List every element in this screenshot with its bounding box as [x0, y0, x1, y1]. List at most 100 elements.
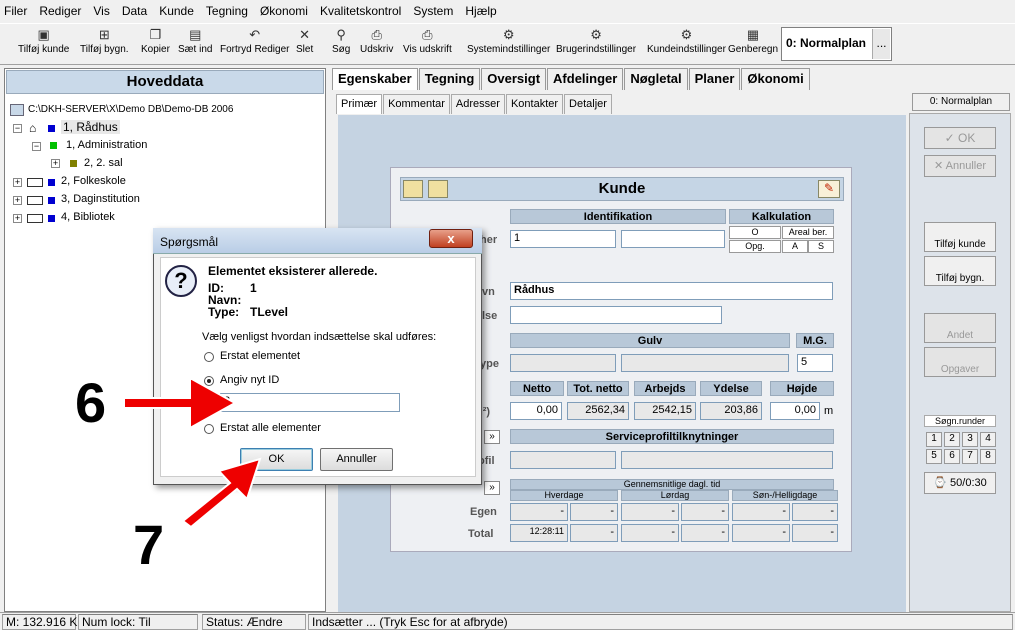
menu-kvalitetskontrol[interactable]: Kvalitetskontrol — [320, 4, 401, 18]
edit-icon[interactable]: ✎ — [818, 180, 840, 198]
net-field[interactable]: 0,00 — [510, 402, 562, 420]
round-1[interactable]: 1 — [926, 432, 942, 447]
floor-type-select[interactable] — [510, 354, 616, 372]
tab-afdelinger[interactable]: Afdelinger — [547, 68, 624, 90]
recalc-button[interactable]: ▦ Genberegn — [728, 28, 778, 62]
counter-button[interactable]: ⌚ 50/0:30 — [924, 472, 996, 494]
delete-button[interactable]: ✕ Slet — [296, 28, 313, 62]
name-field[interactable]: Rådhus — [510, 282, 833, 300]
header-sunday: Søn-/Helligdage — [732, 490, 838, 501]
dialog-close-button[interactable]: x — [429, 229, 473, 248]
menu-hjaelp[interactable]: Hjælp — [465, 4, 496, 18]
profile-name-field[interactable] — [621, 451, 833, 469]
plan-more-button[interactable]: ... — [872, 29, 890, 59]
tree-item-bibliotek[interactable]: 4, Bibliotek — [61, 211, 115, 223]
floor-name-field[interactable] — [621, 354, 789, 372]
tree-expander[interactable]: + — [51, 159, 60, 168]
own-weekday: - — [510, 503, 568, 521]
tree-expander[interactable]: + — [13, 178, 22, 187]
id-field-2[interactable] — [621, 230, 725, 248]
round-6[interactable]: 6 — [944, 449, 960, 464]
tree-item-2-sal[interactable]: 2, 2. sal — [84, 157, 123, 169]
customer-settings-button[interactable]: ⚙ Kundeindstillinger — [647, 28, 726, 62]
building-icon: ⌂ — [29, 121, 37, 135]
more-button[interactable]: » — [484, 430, 500, 444]
tree-item-radhus[interactable]: 1, Rådhus — [61, 120, 120, 134]
status-square — [70, 160, 77, 167]
radio-replace-element[interactable] — [204, 352, 214, 362]
tab-planer[interactable]: Planer — [688, 68, 741, 90]
add-customer-side-button[interactable]: Tilføj kunde — [924, 222, 996, 252]
menu-tegning[interactable]: Tegning — [206, 4, 248, 18]
add-building-side-button[interactable]: Tilføj bygn. — [924, 256, 996, 286]
menu-system[interactable]: System — [413, 4, 453, 18]
tab-detaljer[interactable]: Detaljer — [564, 94, 612, 114]
tasks-button[interactable]: Opgaver — [924, 347, 996, 377]
ok-button[interactable]: ✓ OK — [924, 127, 996, 149]
system-settings-button[interactable]: ⚙ Systemindstillinger — [467, 28, 550, 62]
dialog-type-label: Type: — [208, 305, 240, 319]
menu-vis[interactable]: Vis — [93, 4, 109, 18]
other-button[interactable]: Andet — [924, 313, 996, 343]
tab-adresser[interactable]: Adresser — [450, 94, 505, 114]
menu-kunde[interactable]: Kunde — [159, 4, 194, 18]
menu-okonomi[interactable]: Økonomi — [260, 4, 308, 18]
status-square — [48, 125, 55, 132]
menu-filer[interactable]: Filer — [4, 4, 27, 18]
profile-select[interactable] — [510, 451, 616, 469]
round-7[interactable]: 7 — [962, 449, 978, 464]
more-button[interactable]: » — [484, 481, 500, 495]
round-2[interactable]: 2 — [944, 432, 960, 447]
round-4[interactable]: 4 — [980, 432, 996, 447]
add-building-button[interactable]: ⊞ Tilføj bygn. — [80, 28, 129, 62]
tab-kommentar[interactable]: Kommentar — [383, 94, 450, 114]
menu-bar: Filer Rediger Vis Data Kunde Tegning Øko… — [0, 0, 1015, 22]
paste-button[interactable]: ▤ Sæt ind — [178, 28, 212, 62]
menu-data[interactable]: Data — [122, 4, 147, 18]
search-button[interactable]: ⚲ Søg — [332, 28, 350, 62]
tot-net-field: 2562,34 — [567, 402, 629, 420]
tree-item-daginstitution[interactable]: 3, Daginstitution — [61, 193, 140, 205]
round-5[interactable]: 5 — [926, 449, 942, 464]
tree-item-folkeskole[interactable]: 2, Folkeskole — [61, 175, 126, 187]
folder-icon[interactable] — [403, 180, 423, 198]
tree-expander[interactable]: + — [13, 214, 22, 223]
tree-expander[interactable]: − — [32, 142, 41, 151]
tab-nogletal[interactable]: Nøgletal — [624, 68, 688, 90]
tab-kontakter[interactable]: Kontakter — [505, 94, 564, 114]
tab-tegning[interactable]: Tegning — [418, 68, 481, 90]
header-netto: Netto — [510, 381, 564, 396]
round-8[interactable]: 8 — [980, 449, 996, 464]
tree-expander[interactable]: − — [13, 124, 22, 133]
building-icon — [27, 178, 43, 187]
tree-item-administration[interactable]: 1, Administration — [66, 139, 147, 151]
form-title: Kunde — [400, 177, 844, 201]
print-button[interactable]: ⎙ Udskriv — [360, 28, 393, 62]
tab-primaer[interactable]: Primær — [336, 94, 383, 114]
undo-button[interactable]: ↶ Fortryd Rediger — [220, 28, 289, 62]
tree-root[interactable]: C:\DKH-SERVER\X\Demo DB\Demo-DB 2006 — [28, 104, 233, 115]
id-field[interactable]: 1 — [510, 230, 616, 248]
tab-egenskaber[interactable]: Egenskaber — [332, 68, 418, 90]
calculator-icon: ▦ — [746, 27, 760, 42]
radio-replace-element-label: Erstat elementet — [220, 350, 301, 362]
description-field[interactable] — [510, 306, 722, 324]
tree-expander[interactable]: + — [13, 196, 22, 205]
section-identification: Identifikation — [510, 209, 726, 224]
tab-okonomi[interactable]: Økonomi — [741, 68, 810, 90]
copy-button[interactable]: ❐ Kopier — [141, 28, 170, 62]
tab-oversigt[interactable]: Oversigt — [481, 68, 547, 90]
dialog-cancel-button[interactable]: Annuller — [320, 448, 393, 471]
add-customer-button[interactable]: ▣ Tilføj kunde — [18, 28, 69, 62]
cancel-button[interactable]: ✕ Annuller — [924, 155, 996, 177]
user-settings-button[interactable]: ⚙ Brugerindstillinger — [556, 28, 636, 62]
print-preview-button[interactable]: ⎙ Vis udskrift — [403, 28, 452, 62]
round-3[interactable]: 3 — [962, 432, 978, 447]
menu-rediger[interactable]: Rediger — [39, 4, 81, 18]
height-field[interactable]: 0,00 — [770, 402, 820, 420]
folder-icon[interactable] — [428, 180, 448, 198]
right-plan-tab[interactable]: 0: Normalplan — [912, 93, 1010, 111]
mg-spinner[interactable]: 5 — [797, 354, 833, 372]
label-total: Total — [468, 528, 494, 540]
own-sunday-2: - — [792, 503, 838, 521]
